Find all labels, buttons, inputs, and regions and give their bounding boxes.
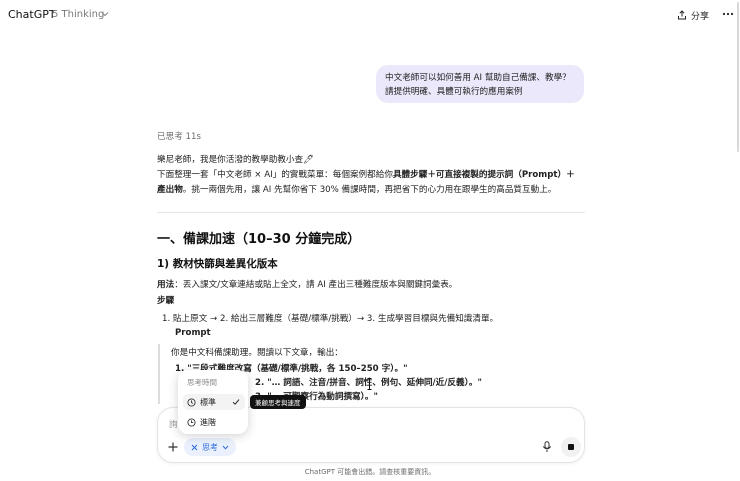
top-bar: ChatGPT 5 Thinking 分享 [0,0,740,30]
option-standard-label: 標準 [200,397,216,407]
usage-text: ：丟入課文/文章連結或貼上全文，請 AI 產出三種難度版本與關鍵詞彙表。 [174,280,458,290]
thought-duration[interactable]: 已思考 11s [157,130,201,142]
user-message-bubble: 中文老師可以如何善用 AI 幫助自己備課、教學？ 請提供明確、具體可執行的應用案… [376,65,584,103]
clock-icon [187,397,196,407]
app-title: ChatGPT [8,8,56,21]
intro-bold: 具體步驟＋可直接複製的提示詞（Prompt）＋ [392,170,575,180]
footer-disclaimer: ChatGPT 可能會出錯。請查核重要資訊。 [304,468,436,476]
intro-line: 樂尼老師，我是你活潑的教學助教小查🖊 [157,155,315,165]
scrollbar[interactable] [736,0,740,481]
intro-paragraph: 下面整理一套「中文老師 × AI」的實戰菜單：每個案例都給你具體步驟＋可直接複製… [157,167,587,183]
stop-icon [568,444,574,450]
think-chip-label: 思考 [202,442,218,452]
checkmark-icon [232,399,240,405]
mouse-cursor-icon [367,378,372,390]
microphone-icon[interactable] [542,441,552,453]
chevron-down-icon [222,445,229,450]
more-options-icon[interactable] [722,9,734,19]
prompt-intro: 你是中文科備課助理。閱讀以下文章，輸出： [171,348,343,358]
intro-bold: 產出物 [157,185,183,195]
prompt-label: Prompt [175,328,211,338]
thinking-time-popover: 思考時間 標準 進階 [178,370,248,434]
popover-header: 思考時間 [187,378,217,387]
usage-label: 用法 [157,280,175,290]
tooltip: 兼顧思考與速度 [250,395,306,409]
steps-label: 步驟 [157,296,175,306]
subsection-heading: 1) 教材快篩與差異化版本 [157,258,278,270]
step-item: 1. 貼上原文 → 2. 給出三層難度（基礎/標準/挑戰）→ 3. 生成學習目標… [162,314,499,324]
plus-icon[interactable] [167,441,179,453]
intro-paragraph: 產出物。挑一兩個先用，讓 AI 先幫你省下 30% 備課時間，再把省下的心力用在… [157,182,587,198]
section-heading: 一、備課加速（10–30 分鐘完成） [157,232,361,247]
intro-text: 下面整理一套「中文老師 × AI」的實戰菜單：每個案例都給你 [157,170,393,180]
user-message-line: 請提供明確、具體可執行的應用案例 [385,87,523,97]
think-mode-chip[interactable]: 思考 [184,438,236,456]
share-label: 分享 [691,11,710,22]
usage-line: 用法：丟入課文/文章連結或貼上全文，請 AI 產出三種難度版本與關鍵詞彙表。 [157,278,457,290]
chevron-down-icon[interactable] [101,10,109,18]
stop-button[interactable] [561,437,581,457]
option-standard[interactable]: 標準 [183,394,245,410]
share-icon [678,10,686,20]
share-button[interactable]: 分享 [677,7,709,23]
prompt-block-bar [158,344,160,404]
user-message-line: 中文老師可以如何善用 AI 幫助自己備課、教學？ [385,73,571,83]
close-icon[interactable] [191,444,198,451]
option-advanced[interactable]: 進階 [183,414,245,430]
clock-icon [187,417,196,427]
model-selector[interactable]: 5 Thinking [52,9,104,20]
intro-text: 。挑一兩個先用，讓 AI 先幫你省下 30% 備課時間，再把省下的心力用在跟學生… [182,185,557,195]
message-input[interactable]: 詢 [169,418,178,430]
option-advanced-label: 進階 [200,417,216,427]
section-divider [157,212,585,213]
